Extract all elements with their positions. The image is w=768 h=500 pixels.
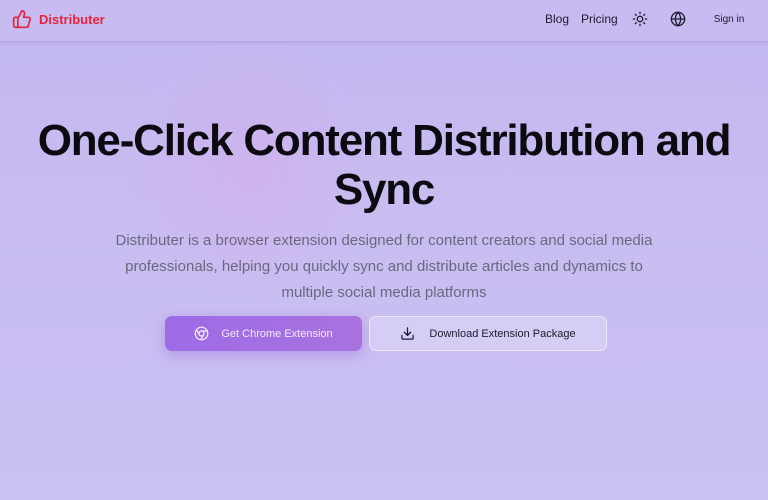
secondary-button-label: Download Extension Package [429, 327, 576, 340]
sun-icon[interactable] [632, 11, 648, 27]
nav-blog-link[interactable]: Blog [545, 12, 569, 26]
globe-icon[interactable] [670, 11, 686, 27]
sign-in-button[interactable]: Sign in [703, 6, 755, 32]
chrome-icon [194, 326, 209, 341]
brand-logo-link[interactable]: Distributer [12, 9, 105, 29]
thumbs-up-icon [12, 9, 31, 29]
download-icon [401, 327, 415, 340]
brand-name: Distributer [39, 11, 105, 27]
nav-pricing-link[interactable]: Pricing [581, 12, 618, 26]
hero-title: One-Click Content Distribution and Sync [37, 116, 732, 214]
hero-subtitle: Distributer is a browser extension desig… [115, 232, 653, 301]
top-nav-bar: Distributer Blog Pricing Sign in [0, 0, 768, 42]
get-chrome-extension-button[interactable]: Get Chrome Extension [165, 316, 362, 351]
primary-button-label: Get Chrome Extension [221, 327, 333, 340]
download-extension-package-button[interactable]: Download Extension Package [369, 316, 607, 351]
